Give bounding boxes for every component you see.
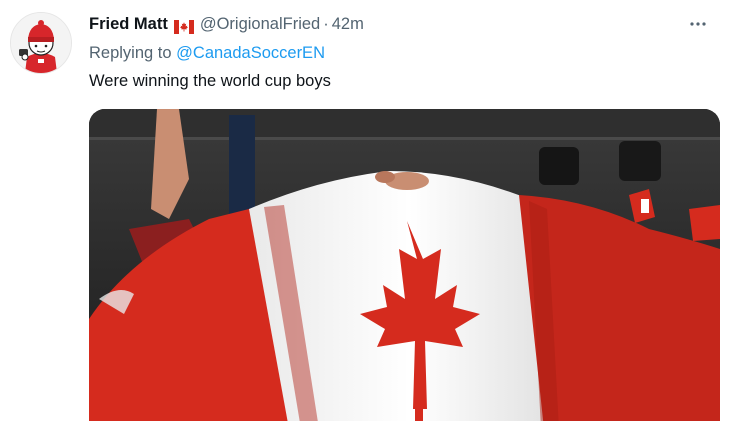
tweet-text: Were winning the world cup boys bbox=[89, 72, 331, 90]
tweet-media-gif[interactable] bbox=[89, 109, 720, 421]
separator-dot: · bbox=[323, 15, 329, 33]
canada-flag-icon bbox=[173, 17, 194, 34]
avatar-illustration bbox=[11, 13, 71, 73]
user-handle[interactable]: @OrigionalFried bbox=[200, 12, 320, 36]
display-name[interactable]: Fried Matt bbox=[89, 12, 168, 36]
tweet-header: Fried Matt @OrigionalFried · 42m bbox=[89, 12, 718, 36]
avatar[interactable] bbox=[10, 12, 72, 74]
replying-to-handle-link[interactable]: @CanadaSoccerEN bbox=[176, 44, 325, 62]
replying-to: Replying to @CanadaSoccerEN bbox=[89, 42, 325, 64]
canada-flag-image bbox=[89, 109, 720, 421]
timestamp[interactable]: 42m bbox=[332, 12, 364, 36]
replying-to-label: Replying to bbox=[89, 44, 172, 62]
tweet[interactable]: Fried Matt @OrigionalFried · 42m Replyin… bbox=[0, 0, 738, 421]
more-horizontal-icon[interactable] bbox=[684, 12, 712, 36]
